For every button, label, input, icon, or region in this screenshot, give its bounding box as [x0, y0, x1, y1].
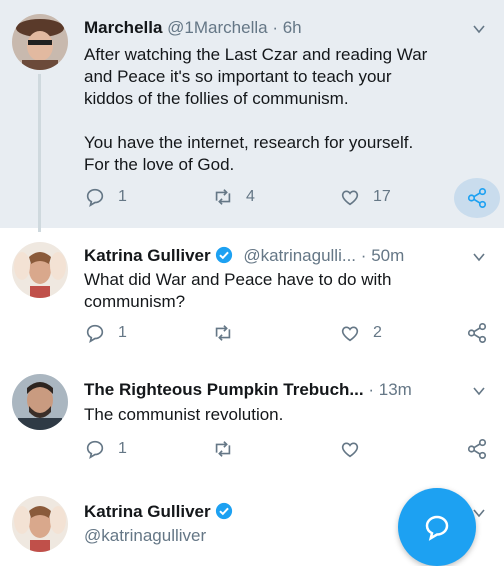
reply-count: 1	[118, 188, 127, 205]
tweet-text-line: kiddos of the follies of communism.	[84, 89, 349, 108]
retweet-icon	[215, 325, 231, 341]
verified-badge-icon	[215, 502, 232, 520]
avatar-katrina[interactable]	[12, 496, 68, 552]
share-icon	[467, 188, 487, 208]
timestamp[interactable]: 13m	[379, 380, 412, 399]
like-button[interactable]	[339, 438, 361, 460]
like-icon	[341, 190, 359, 206]
separator-dot: ·	[368, 380, 374, 399]
retweet-button[interactable]	[212, 322, 234, 344]
tweet-katrina-1[interactable]: Katrina Gulliver @katrinagulli... · 50m …	[0, 228, 504, 358]
tweet-header: Katrina Gulliver @katrinagulli... · 50m	[84, 246, 404, 266]
timestamp[interactable]: 6h	[283, 18, 302, 37]
verified-badge-icon	[215, 246, 232, 264]
author-handle[interactable]: @katrinagulli...	[243, 246, 356, 265]
tweet-text-line: For the love of God.	[84, 155, 235, 174]
author-name[interactable]: Katrina Gulliver	[84, 502, 211, 521]
author-handle[interactable]: @katrinagulliver	[84, 526, 206, 545]
retweet-button[interactable]	[212, 438, 234, 460]
timestamp[interactable]: 50m	[371, 246, 404, 265]
reply-button[interactable]: 1	[84, 322, 127, 344]
tweet-marchella[interactable]: Marchella @1Marchella · 6h After watchin…	[0, 0, 504, 232]
share-button-highlighted[interactable]	[454, 178, 500, 218]
retweet-count: 4	[246, 188, 255, 205]
author-handle-row: @katrinagulliver	[84, 526, 206, 546]
author-name[interactable]: The Righteous Pumpkin Trebuch...	[84, 380, 364, 399]
separator-dot: ·	[360, 246, 367, 265]
reply-button[interactable]: 1	[84, 186, 127, 208]
like-count: 17	[373, 188, 391, 205]
tweet-text-line: After watching the Last Czar and reading…	[84, 45, 428, 64]
share-button[interactable]	[466, 438, 488, 460]
compose-reply-icon	[425, 515, 449, 541]
retweet-icon	[215, 189, 231, 205]
author-name[interactable]: Katrina Gulliver	[84, 246, 211, 265]
reply-icon	[86, 440, 104, 459]
like-button[interactable]: 2	[339, 322, 382, 344]
retweet-button[interactable]: 4	[212, 186, 255, 208]
like-count: 2	[373, 324, 382, 341]
action-bar: 1 4 17	[84, 186, 494, 214]
reply-count: 1	[118, 440, 127, 457]
tweet-righteous-pumpkin[interactable]: The Righteous Pumpkin Trebuch... · 13m T…	[0, 358, 504, 482]
reply-icon	[86, 188, 104, 207]
tweet-text-line: The communist revolution.	[84, 405, 284, 424]
retweet-icon	[215, 441, 231, 457]
reply-icon	[86, 324, 104, 343]
action-bar: 1	[84, 438, 494, 466]
reply-button[interactable]: 1	[84, 438, 127, 460]
tweet-text: The communist revolution.	[84, 404, 480, 426]
share-button[interactable]	[466, 322, 488, 344]
avatar-righteous-pumpkin[interactable]	[12, 374, 68, 430]
thread-line	[38, 74, 41, 232]
chevron-down-icon[interactable]	[472, 22, 486, 36]
share-icon	[467, 439, 487, 459]
action-bar: 1 2	[84, 322, 494, 350]
tweet-text-line: and Peace it's so important to teach you…	[84, 67, 392, 86]
chevron-down-icon[interactable]	[472, 250, 486, 264]
reply-count: 1	[118, 324, 127, 341]
like-button[interactable]: 17	[339, 186, 391, 208]
tweet-header: The Righteous Pumpkin Trebuch... · 13m	[84, 380, 412, 400]
like-icon	[341, 326, 359, 342]
avatar-katrina[interactable]	[12, 242, 68, 298]
tweet-text: What did War and Peace have to do with c…	[84, 269, 480, 313]
tweet-text-line: You have the internet, research for your…	[84, 133, 414, 152]
tweet-text: After watching the Last Czar and reading…	[84, 44, 480, 176]
author-handle[interactable]: @1Marchella	[167, 18, 267, 37]
like-icon	[341, 442, 359, 458]
tweet-header: Katrina Gulliver	[84, 502, 233, 522]
tweet-header: Marchella @1Marchella · 6h	[84, 18, 302, 38]
separator-dot: ·	[272, 18, 278, 37]
chevron-down-icon[interactable]	[472, 384, 486, 398]
share-icon	[467, 323, 487, 343]
author-name[interactable]: Marchella	[84, 18, 162, 37]
avatar-marchella[interactable]	[12, 14, 68, 70]
compose-reply-button[interactable]	[398, 488, 476, 566]
tweet-text-line: communism?	[84, 292, 186, 311]
tweet-text-line: What did War and Peace have to do with	[84, 270, 392, 289]
